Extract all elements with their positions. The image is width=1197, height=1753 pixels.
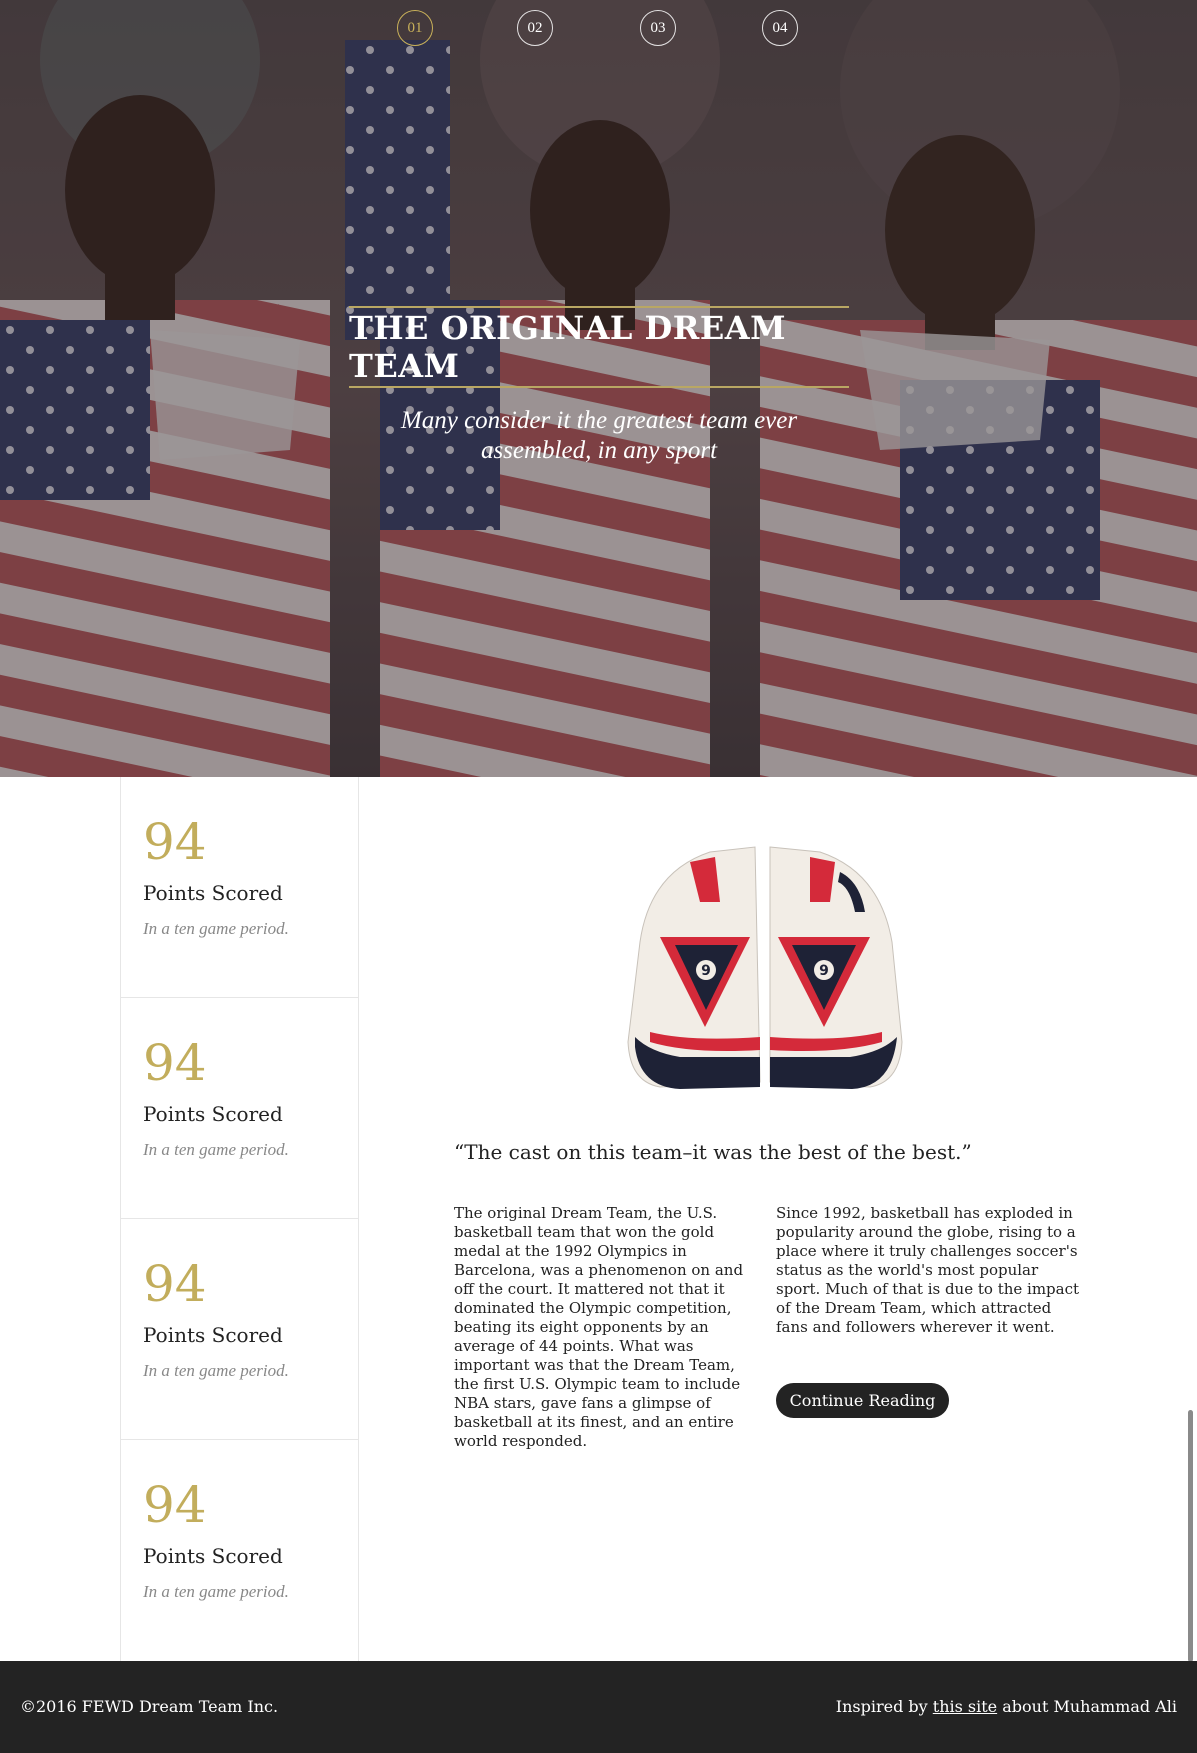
- stat-note: In a ten game period.: [143, 1361, 289, 1380]
- footer-copyright: ©2016 FEWD Dream Team Inc.: [20, 1697, 279, 1716]
- hero-subtitle: Many consider it the greatest team ever …: [400, 407, 798, 464]
- slide-dot-02[interactable]: 02: [517, 10, 553, 46]
- stat-number: 94: [143, 1476, 207, 1534]
- stat-number: 94: [143, 813, 207, 871]
- slide-dot-04[interactable]: 04: [762, 10, 798, 46]
- footer: ©2016 FEWD Dream Team Inc. Inspired by t…: [0, 1661, 1197, 1753]
- stat-note: In a ten game period.: [143, 1140, 289, 1159]
- article-paragraph-left: The original Dream Team, the U.S. basket…: [454, 1204, 744, 1450]
- stat-note: In a ten game period.: [143, 1582, 289, 1601]
- stat-label: Points Scored: [143, 881, 283, 905]
- stat-label: Points Scored: [143, 1323, 283, 1347]
- stat-number: 94: [143, 1034, 207, 1092]
- sneaker-image: 9 9: [627, 846, 903, 1089]
- stat-label: Points Scored: [143, 1544, 283, 1568]
- pull-quote: “The cast on this team–it was the best o…: [454, 1140, 972, 1164]
- footer-credit-suffix: about Muhammad Ali: [1002, 1697, 1177, 1716]
- this-site-link[interactable]: this site: [933, 1697, 997, 1716]
- stat-label: Points Scored: [143, 1102, 283, 1126]
- sneaker-number-left: 9: [701, 963, 711, 979]
- stat-card: 94 Points Scored In a ten game period.: [121, 1440, 358, 1661]
- continue-reading-button[interactable]: Continue Reading: [776, 1383, 949, 1418]
- stat-note: In a ten game period.: [143, 919, 289, 938]
- hero-section: 01 02 03 04 THE ORIGINAL DREAM TEAM Many…: [0, 0, 1197, 777]
- stat-card: 94 Points Scored In a ten game period.: [121, 1219, 358, 1440]
- stat-card: 94 Points Scored In a ten game period.: [121, 777, 358, 998]
- stat-number: 94: [143, 1255, 207, 1313]
- article-paragraph-right: Since 1992, basketball has exploded in p…: [776, 1204, 1080, 1336]
- slide-nav: 01 02 03 04: [0, 10, 1197, 48]
- footer-credit-prefix: Inspired by: [835, 1697, 928, 1716]
- slide-dot-01[interactable]: 01: [397, 10, 433, 46]
- sneaker-number-right: 9: [819, 963, 829, 979]
- stats-column: 94 Points Scored In a ten game period. 9…: [120, 777, 359, 1661]
- hero-title: THE ORIGINAL DREAM TEAM: [349, 309, 787, 385]
- scrollbar-thumb[interactable]: [1188, 1410, 1193, 1662]
- footer-credit: Inspired by this site about Muhammad Ali: [836, 1697, 1177, 1716]
- stat-card: 94 Points Scored In a ten game period.: [121, 998, 358, 1219]
- hero-title-frame: THE ORIGINAL DREAM TEAM: [349, 306, 849, 388]
- hero-overlay: [0, 0, 1197, 777]
- slide-dot-03[interactable]: 03: [640, 10, 676, 46]
